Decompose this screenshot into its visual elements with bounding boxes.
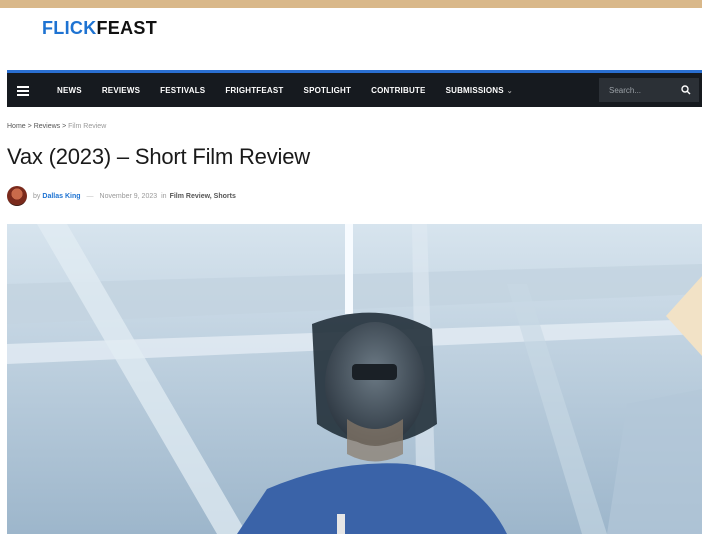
chevron-down-icon: ⌄ [506, 87, 513, 95]
author-link[interactable]: Dallas King [42, 193, 80, 200]
hamburger-menu-icon[interactable] [17, 85, 29, 96]
nav-item-contribute[interactable]: CONTRIBUTE [371, 86, 425, 95]
nav-item-submissions[interactable]: SUBMISSIONS ⌄ [446, 86, 513, 95]
search-box [599, 78, 699, 102]
nav-item-frightfeast[interactable]: FRIGHTFEAST [225, 86, 283, 95]
avatar[interactable] [7, 186, 27, 206]
chevron-left-icon[interactable] [666, 276, 702, 356]
meta-in: in [161, 192, 167, 200]
breadcrumb-reviews[interactable]: Reviews [34, 123, 60, 130]
breadcrumb-home[interactable]: Home [7, 123, 26, 130]
nav-item-submissions-label: SUBMISSIONS [445, 85, 504, 95]
page-title: Vax (2023) – Short Film Review [7, 144, 310, 169]
site-logo[interactable]: FLICKFEAST [42, 18, 157, 39]
meta-dash: — [86, 192, 94, 200]
article-page: FLICKFEAST NEWS REVIEWS FESTIVALS FRIGHT… [0, 8, 702, 534]
article-date: November 9, 2023 [99, 192, 158, 200]
search-input[interactable] [607, 84, 681, 96]
nav-item-news[interactable]: NEWS [57, 86, 82, 95]
breadcrumb-current: Film Review [68, 123, 107, 130]
search-icon[interactable] [681, 85, 691, 95]
nav-item-festivals[interactable]: FESTIVALS [160, 86, 205, 95]
logo-part-1: FLICK [42, 18, 97, 38]
logo-part-2: FEAST [96, 18, 158, 38]
nav-item-spotlight[interactable]: SPOTLIGHT [304, 86, 352, 95]
breadcrumb-separator: > [27, 123, 32, 130]
article-categories[interactable]: Film Review, Shorts [170, 193, 236, 200]
hero-image-graphic [7, 224, 702, 534]
breadcrumb: Home > Reviews > Film Review [7, 123, 106, 130]
nav-item-reviews[interactable]: REVIEWS [102, 86, 140, 95]
meta-by: by [33, 192, 41, 200]
article-meta: by Dallas King — November 9, 2023 in Fil… [7, 186, 236, 206]
hero-image [7, 224, 702, 534]
main-navbar: NEWS REVIEWS FESTIVALS FRIGHTFEAST SPOTL… [7, 73, 702, 107]
breadcrumb-separator: > [62, 123, 67, 130]
